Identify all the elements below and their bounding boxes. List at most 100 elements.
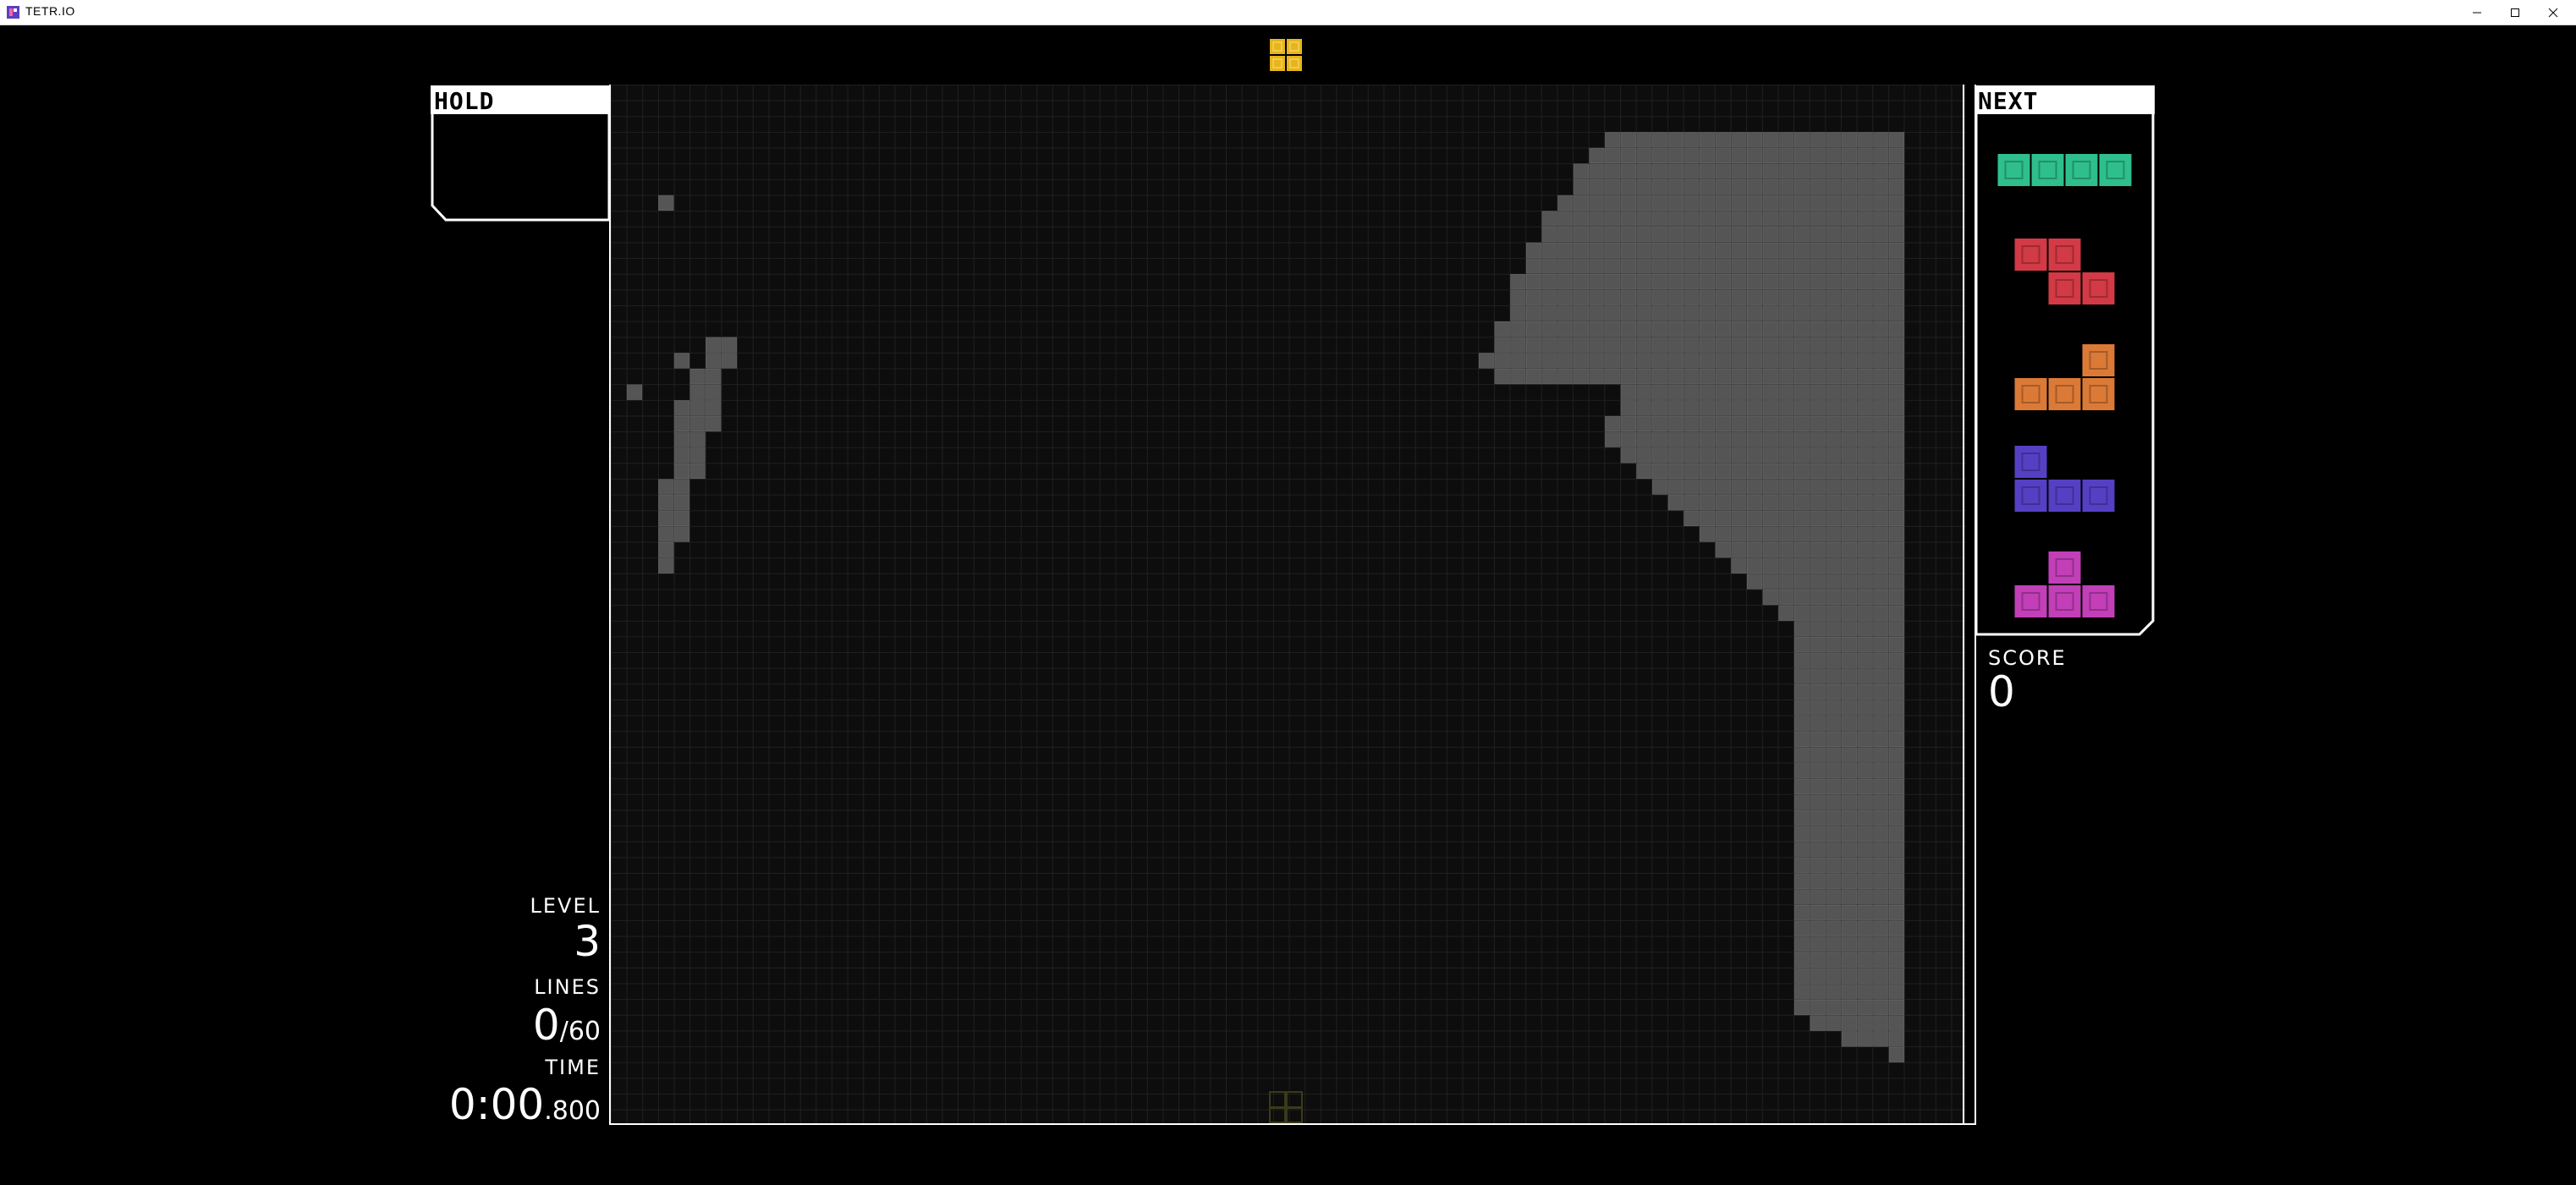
close-button[interactable] <box>2534 0 2573 25</box>
garbage-block <box>1778 510 1794 526</box>
garbage-block <box>1747 132 1763 148</box>
garbage-block <box>1826 415 1842 432</box>
garbage-block <box>1589 321 1605 337</box>
garbage-block <box>1793 195 1810 211</box>
garbage-block <box>1810 668 1826 684</box>
garbage-block <box>706 415 722 432</box>
garbage-block <box>1620 447 1637 464</box>
garbage-block <box>1810 747 1826 763</box>
garbage-block <box>1620 384 1637 400</box>
garbage-block <box>1873 211 1889 227</box>
garbage-block <box>1793 920 1810 936</box>
garbage-block <box>706 384 722 400</box>
garbage-block <box>1857 463 1873 480</box>
garbage-block <box>1888 337 1905 353</box>
garbage-block <box>1841 999 1858 1016</box>
garbage-block <box>1715 353 1731 369</box>
garbage-block <box>1652 258 1668 274</box>
garbage-block <box>1888 368 1905 385</box>
garbage-block <box>1762 510 1778 526</box>
garbage-block <box>1715 321 1731 337</box>
garbage-block <box>1888 716 1905 732</box>
garbage-block <box>1810 952 1826 968</box>
garbage-block <box>1826 826 1842 842</box>
garbage-block <box>1857 858 1873 874</box>
garbage-block <box>1810 858 1826 874</box>
garbage-block <box>1715 337 1731 353</box>
minimize-button[interactable] <box>2458 0 2496 25</box>
garbage-block <box>1810 889 1826 905</box>
garbage-block <box>1541 321 1557 337</box>
garbage-block <box>1715 384 1731 400</box>
garbage-block <box>1525 337 1542 353</box>
garbage-block <box>1510 321 1526 337</box>
garbage-block <box>1667 384 1684 400</box>
garbage-block <box>1573 258 1590 274</box>
garbage-block <box>1683 431 1700 447</box>
garbage-block <box>1793 163 1810 179</box>
garbage-block <box>689 463 706 480</box>
garbage-block <box>1510 289 1526 305</box>
garbage-block <box>1793 904 1810 921</box>
garbage-block <box>1762 447 1778 464</box>
garbage-block <box>1731 321 1747 337</box>
garbage-block <box>1826 920 1842 936</box>
garbage-block <box>1731 463 1747 480</box>
garbage-block <box>1873 778 1889 795</box>
garbage-block <box>1605 195 1621 211</box>
garbage-block <box>1636 258 1652 274</box>
garbage-block <box>1683 368 1700 385</box>
garbage-block <box>1636 147 1652 164</box>
garbage-block <box>1747 147 1763 164</box>
garbage-block <box>673 415 690 432</box>
garbage-block <box>1731 557 1747 573</box>
garbage-block <box>1826 589 1842 606</box>
garbage-block <box>1873 321 1889 337</box>
garbage-block <box>1841 211 1858 227</box>
garbage-block <box>1873 305 1889 321</box>
garbage-block <box>1793 258 1810 274</box>
garbage-block <box>1652 211 1668 227</box>
garbage-block <box>1652 179 1668 195</box>
garbage-block <box>1731 258 1747 274</box>
garbage-block <box>1747 211 1763 227</box>
maximize-button[interactable] <box>2496 0 2535 25</box>
garbage-block <box>1667 132 1684 148</box>
garbage-block <box>1888 968 1905 984</box>
garbage-block <box>1683 195 1700 211</box>
garbage-block <box>1873 179 1889 195</box>
garbage-block <box>1873 920 1889 936</box>
garbage-block <box>1841 542 1858 558</box>
garbage-block <box>1826 337 1842 353</box>
garbage-block <box>1700 305 1716 321</box>
garbage-block <box>1888 605 1905 621</box>
garbage-block <box>1700 132 1716 148</box>
garbage-block <box>1793 810 1810 826</box>
garbage-block <box>1857 510 1873 526</box>
garbage-block <box>1762 321 1778 337</box>
garbage-block <box>1841 195 1858 211</box>
garbage-block <box>1826 447 1842 464</box>
garbage-block <box>1715 305 1731 321</box>
garbage-block <box>1888 526 1905 542</box>
garbage-block <box>1810 179 1826 195</box>
garbage-block <box>1605 242 1621 258</box>
garbage-block <box>1667 337 1684 353</box>
garbage-block <box>1888 179 1905 195</box>
garbage-block <box>1715 368 1731 385</box>
garbage-block <box>1683 321 1700 337</box>
garbage-block <box>1731 179 1747 195</box>
garbage-block <box>1841 794 1858 810</box>
garbage-block <box>1778 495 1794 511</box>
garbage-block <box>1731 400 1747 416</box>
garbage-block <box>1857 526 1873 542</box>
garbage-block <box>1762 526 1778 542</box>
garbage-block <box>1793 431 1810 447</box>
garbage-block <box>1667 211 1684 227</box>
garbage-block <box>1810 699 1826 716</box>
garbage-block <box>1652 227 1668 243</box>
garbage-block <box>1810 526 1826 542</box>
garbage-block <box>1793 842 1810 858</box>
garbage-block <box>1731 211 1747 227</box>
garbage-block <box>1841 431 1858 447</box>
